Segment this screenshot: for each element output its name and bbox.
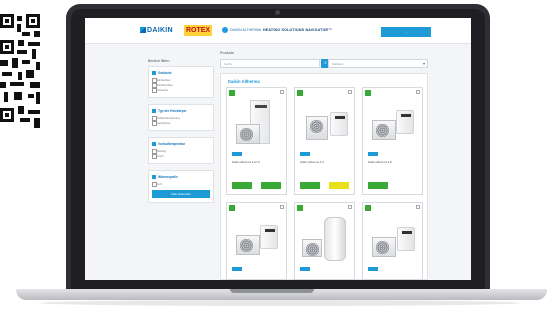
energy-label [261,182,281,189]
product-tag [232,267,242,271]
product-name: Daikin Altherma 3 H HT [232,161,261,164]
product-mockup: DAIKIN ROTEX DAIKIN ALTHERMA HEATING SOL… [0,0,547,313]
filter-group-emitter: Typ der Heizkörper Fußbodenheizung Heizk… [148,104,214,131]
energy-badge [229,205,235,211]
energy-label [300,182,320,189]
navigator-title: HEATING SOLUTIONS NAVIGATOR™ [263,28,333,32]
energy-badge [365,90,371,96]
compare-checkbox[interactable] [348,90,352,94]
filter-option[interactable]: Mehrfamilien [152,83,210,88]
energy-badge [365,205,371,211]
compare-checkbox[interactable] [280,90,284,94]
filter-group-title[interactable]: Gebäude [152,71,210,75]
product-image [370,100,417,146]
filter-option[interactable]: Niedrig [152,149,210,154]
products-heading: Produkte [220,51,235,55]
product-tag [300,267,310,271]
compare-checkbox[interactable] [416,90,420,94]
filter-group-title[interactable]: Vorlauftemperatur [152,142,210,146]
energy-badge [297,90,303,96]
product-tag [368,152,378,156]
filter-option[interactable]: Fußbodenheizung [152,116,210,121]
compare-checkbox[interactable] [416,205,420,209]
search-input[interactable]: Suche… [220,59,320,68]
product-name: Daikin Altherma 3 H [300,161,324,164]
filter-group-building: Gebäude Einfamilien Mehrfamilien Gewerbe [148,66,214,98]
filter-sidebar: Gebäude Einfamilien Mehrfamilien Gewerbe… [148,66,214,209]
webcam-icon [275,10,280,15]
filter-option[interactable]: Heizkörper [152,121,210,126]
filter-option[interactable]: Hoch [152,154,210,159]
product-card[interactable]: Daikin Altherma 3 H HT [226,87,287,195]
product-card[interactable] [226,202,287,280]
filter-option[interactable]: Gewerbe [152,88,210,93]
compare-checkbox[interactable] [348,205,352,209]
compare-checkbox[interactable] [280,205,284,209]
filter-group-title[interactable]: Typ der Heizkörper [152,109,210,113]
laptop-notch [230,289,314,293]
product-image [234,100,281,146]
laptop-shadow [40,300,520,306]
daikin-logo[interactable]: DAIKIN [140,27,173,34]
product-card[interactable] [362,202,423,280]
product-panel: Daikin Altherma Daikin Altherma 3 H HT D… [220,73,428,280]
energy-label [232,182,252,189]
site-header: DAIKIN ROTEX DAIKIN ALTHERMA HEATING SOL… [85,18,471,44]
filter-option[interactable]: Einfamilien [152,78,210,83]
filter-group-source: Wärmequelle Luft Filter anwenden [148,170,214,203]
product-card[interactable] [294,202,355,280]
filter-group-title[interactable]: Wärmequelle [152,175,210,179]
rotex-logo[interactable]: ROTEX [184,25,212,36]
product-card[interactable]: Daikin Altherma 3 R [362,87,423,195]
sort-select[interactable]: Sortieren [328,59,428,68]
product-name: Daikin Altherma 3 R [368,161,392,164]
header-action-button[interactable]: … [381,27,431,37]
product-image [302,215,349,261]
product-tag [368,267,378,271]
energy-badge [229,90,235,96]
product-tag [300,152,310,156]
laptop-screen: DAIKIN ROTEX DAIKIN ALTHERMA HEATING SOL… [85,18,471,280]
altherma-logo[interactable]: DAIKIN ALTHERMA [222,27,261,33]
apply-filter-button[interactable]: Filter anwenden [152,190,210,198]
product-image [234,215,281,261]
filter-heading: Bereich filtern [148,59,170,63]
product-tag [232,152,242,156]
energy-label [329,182,349,189]
energy-badge [297,205,303,211]
qr-code [0,14,46,134]
filter-group-temperature: Vorlauftemperatur Niedrig Hoch [148,137,214,164]
filter-option[interactable]: Luft [152,182,210,187]
product-card[interactable]: Daikin Altherma 3 H [294,87,355,195]
product-image [370,215,417,261]
product-image [302,100,349,146]
energy-label [368,182,388,189]
section-title: Daikin Altherma [228,79,260,84]
